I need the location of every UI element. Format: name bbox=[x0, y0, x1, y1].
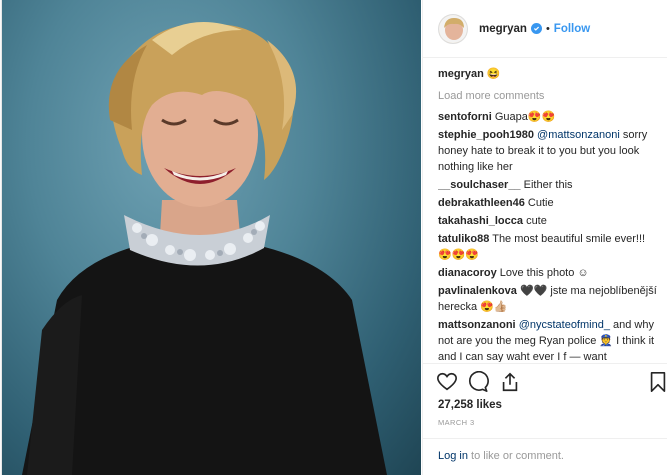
comment-username[interactable]: debrakathleen46 bbox=[438, 197, 525, 209]
comment-item: __soulchaser__ Either this bbox=[438, 177, 658, 193]
avatar[interactable] bbox=[438, 13, 468, 44]
bookmark-icon[interactable] bbox=[647, 371, 667, 393]
avatar-image bbox=[439, 14, 467, 43]
comment-username[interactable]: __soulchaser__ bbox=[438, 179, 521, 191]
comment-item: mattsonzanoni @nycstateofmind_ and why n… bbox=[438, 317, 658, 362]
verified-badge-icon bbox=[530, 23, 542, 34]
comment-item: pavlinalenkova 🖤🖤 jste ma nejoblíbenější… bbox=[438, 283, 658, 315]
comment-username[interactable]: pavlinalenkova bbox=[438, 285, 517, 297]
share-icon[interactable] bbox=[499, 371, 521, 393]
follow-button[interactable]: Follow bbox=[554, 23, 590, 35]
profile-username[interactable]: megryan bbox=[479, 23, 527, 35]
instagram-post: megryan • Follow megryan 😆 Load more com… bbox=[1, 0, 667, 475]
comment-item: stephie_pooh1980 @mattsonzanoni sorry ho… bbox=[438, 127, 658, 175]
post-caption: megryan 😆 bbox=[438, 66, 658, 82]
login-prompt: Log in to like or comment. bbox=[423, 438, 667, 475]
comment-username[interactable]: takahashi_locca bbox=[438, 215, 523, 227]
post-photo[interactable] bbox=[2, 0, 421, 475]
portrait-illustration bbox=[22, 22, 387, 475]
heart-icon[interactable] bbox=[436, 371, 458, 393]
comments-list: megryan 😆 Load more comments sentoforni … bbox=[438, 66, 658, 362]
comment-username[interactable]: dianacoroy bbox=[438, 267, 497, 279]
comment-item: sentoforni Guapa😍😍 bbox=[438, 109, 658, 125]
separator-dot: • bbox=[545, 22, 550, 35]
likes-count[interactable]: 27,258 likes bbox=[438, 399, 502, 411]
comment-mention[interactable]: @nycstateofmind_ bbox=[519, 319, 610, 331]
post-date: MARCH 3 bbox=[438, 418, 475, 427]
login-prompt-text: to like or comment. bbox=[467, 450, 564, 462]
comment-text: cute bbox=[526, 215, 547, 227]
comment-item: debrakathleen46 Cutie bbox=[438, 195, 658, 211]
action-bar bbox=[423, 363, 667, 399]
comment-text: Cutie bbox=[527, 197, 554, 209]
comment-icon[interactable] bbox=[467, 370, 489, 393]
comment-item: takahashi_locca cute bbox=[438, 213, 658, 229]
comment-mention[interactable]: @mattsonzanoni bbox=[537, 129, 620, 141]
caption-username[interactable]: megryan bbox=[438, 68, 484, 80]
comment-username[interactable]: sentoforni bbox=[438, 111, 492, 123]
comment-username[interactable]: stephie_pooh1980 bbox=[438, 129, 534, 141]
comment-item: tatuliko88 The most beautiful smile ever… bbox=[438, 231, 658, 263]
comment-text: Love this photo ☺ bbox=[499, 267, 589, 279]
post-header: megryan • Follow bbox=[423, 0, 667, 58]
comment-text: Guapa😍😍 bbox=[494, 111, 556, 123]
comment-text: Either this bbox=[523, 179, 573, 191]
login-link[interactable]: Log in bbox=[438, 450, 468, 462]
side-panel: megryan • Follow megryan 😆 Load more com… bbox=[422, 0, 667, 475]
comment-item: dianacoroy Love this photo ☺ bbox=[438, 265, 658, 281]
comment-username[interactable]: tatuliko88 bbox=[438, 233, 489, 245]
caption-text: 😆 bbox=[486, 68, 501, 80]
load-more-comments-button[interactable]: Load more comments bbox=[438, 90, 658, 102]
comment-username[interactable]: mattsonzanoni bbox=[438, 319, 516, 331]
